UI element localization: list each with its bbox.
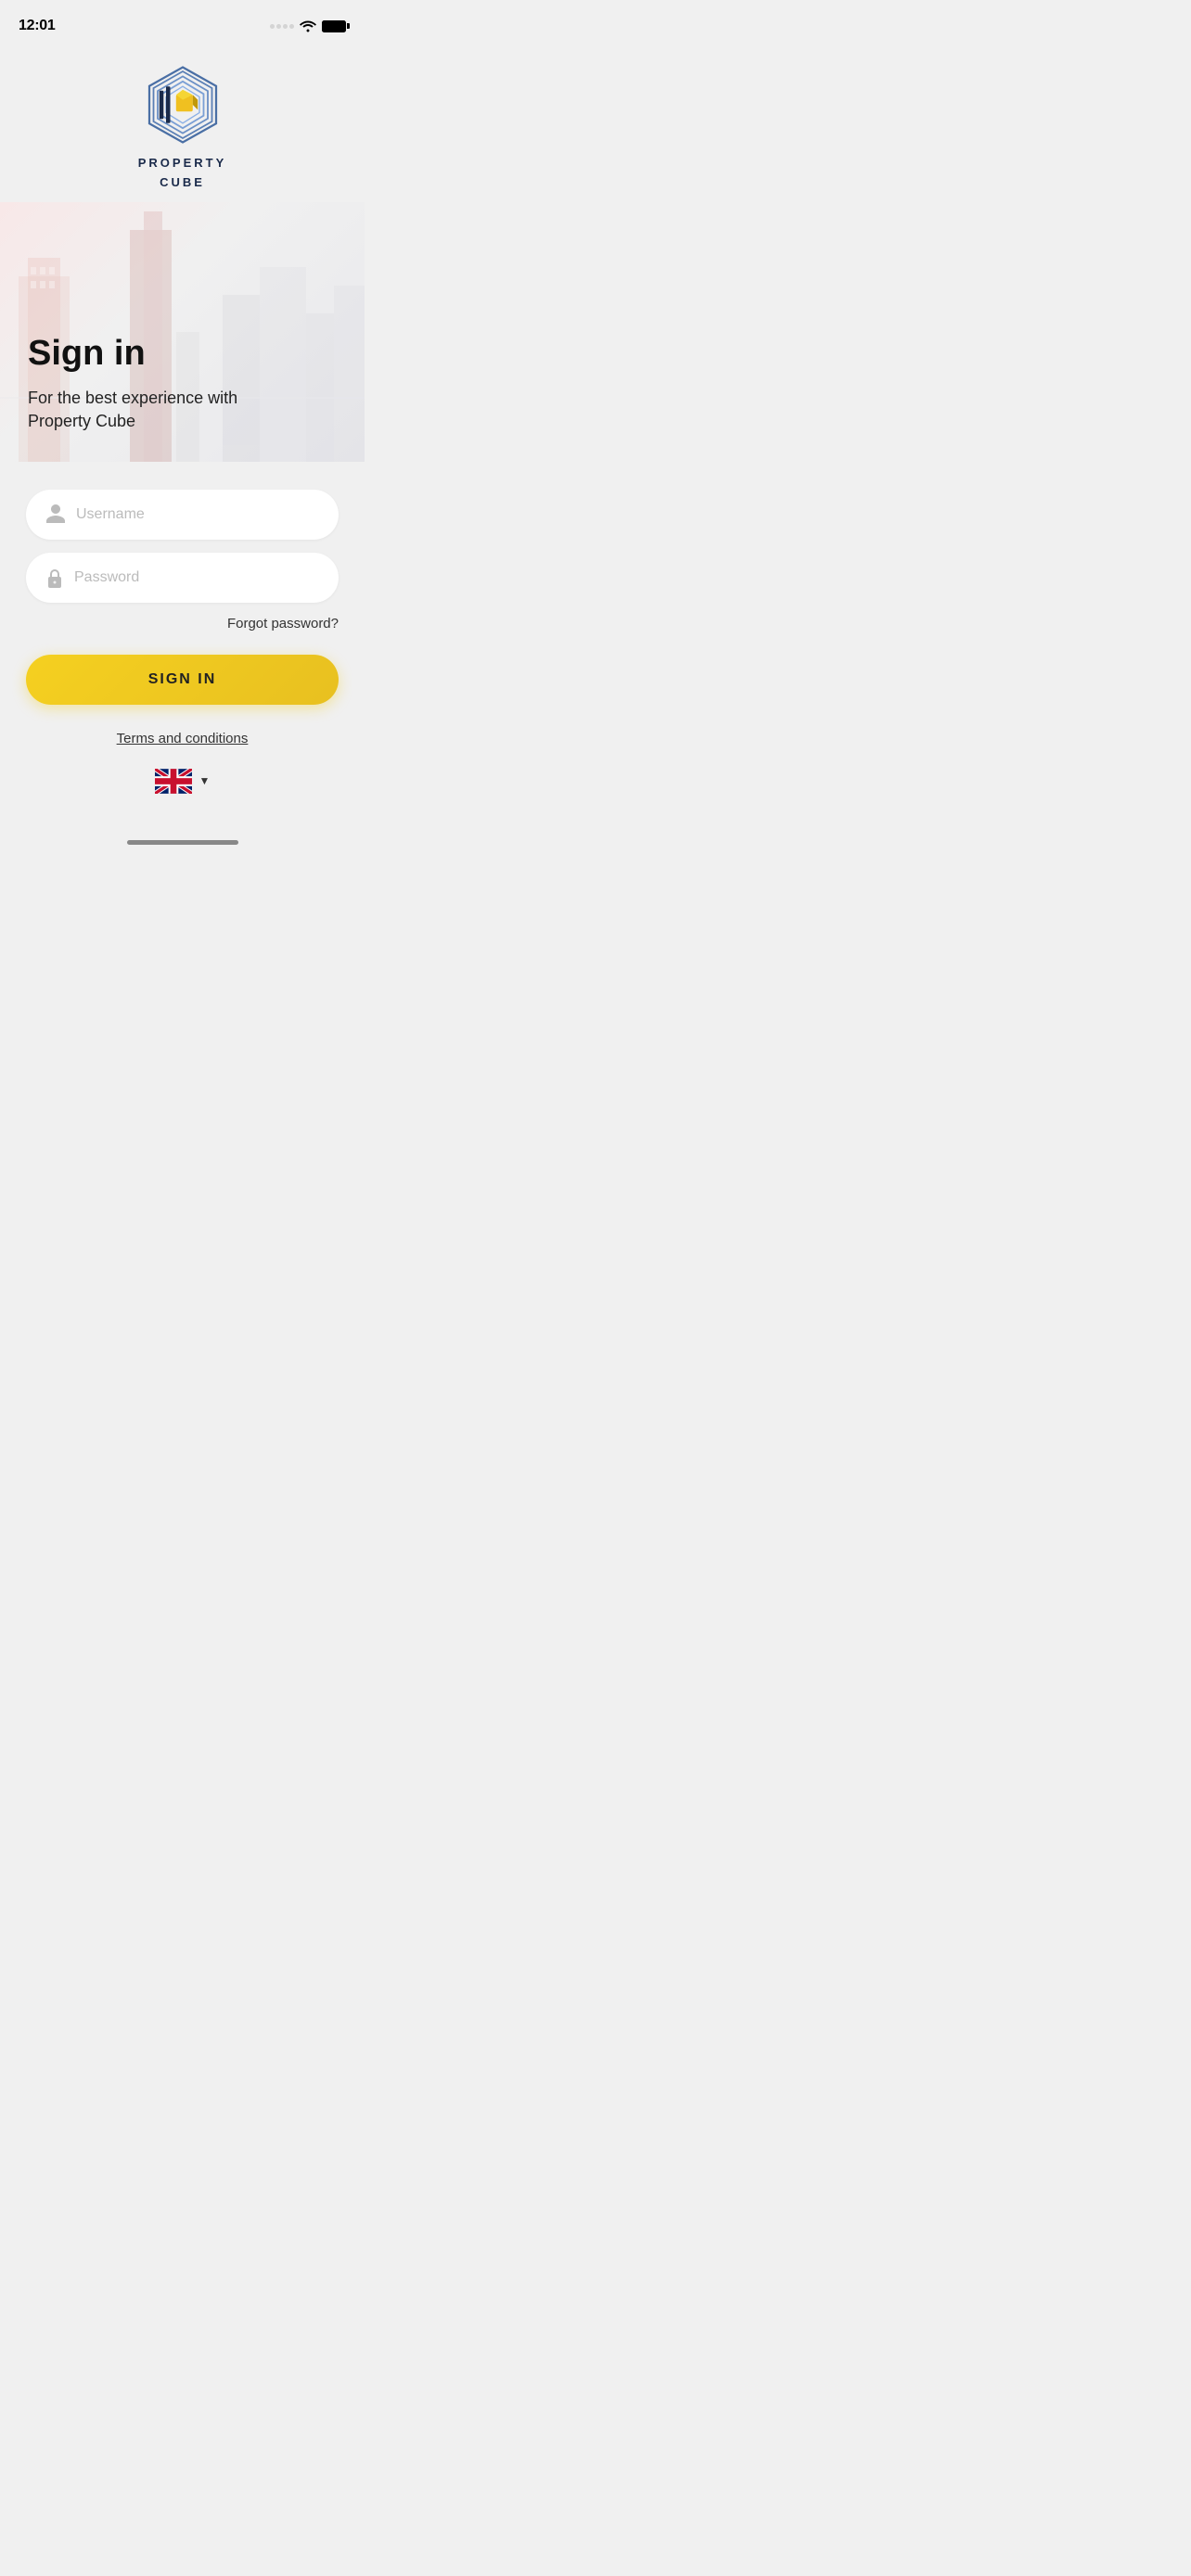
sign-in-button[interactable]: SIGN IN	[26, 655, 339, 705]
forgot-password-link[interactable]: Forgot password?	[227, 616, 339, 631]
hero-title: Sign in	[28, 335, 250, 374]
logo-text: PROPERTY CUBE	[138, 154, 227, 193]
terms-link[interactable]: Terms and conditions	[26, 731, 339, 746]
language-dropdown-arrow: ▼	[199, 774, 211, 787]
lock-icon	[46, 567, 63, 588]
battery-icon	[322, 20, 346, 32]
form-section: Forgot password? SIGN IN Terms and condi…	[0, 462, 365, 831]
password-input-wrapper	[26, 553, 339, 603]
logo-container	[141, 63, 224, 147]
password-input[interactable]	[74, 569, 318, 586]
username-input-wrapper	[26, 490, 339, 540]
status-bar: 12:01	[0, 0, 365, 45]
home-indicator	[0, 831, 365, 863]
wifi-icon	[300, 19, 316, 32]
hero-section: Sign in For the best experience with Pro…	[0, 202, 365, 462]
logo-svg	[141, 63, 224, 147]
hero-subtitle: For the best experience with Property Cu…	[28, 387, 250, 433]
uk-flag-icon	[155, 769, 192, 794]
logo-section: PROPERTY CUBE	[0, 45, 365, 202]
hero-text: Sign in For the best experience with Pro…	[28, 335, 250, 433]
user-icon	[46, 504, 65, 525]
status-icons	[270, 19, 346, 32]
home-bar	[127, 840, 238, 845]
language-selector[interactable]: ▼	[26, 769, 339, 794]
status-time: 12:01	[19, 18, 55, 34]
username-input[interactable]	[76, 506, 318, 523]
forgot-password-wrapper: Forgot password?	[26, 616, 339, 632]
signal-icon	[270, 24, 294, 29]
